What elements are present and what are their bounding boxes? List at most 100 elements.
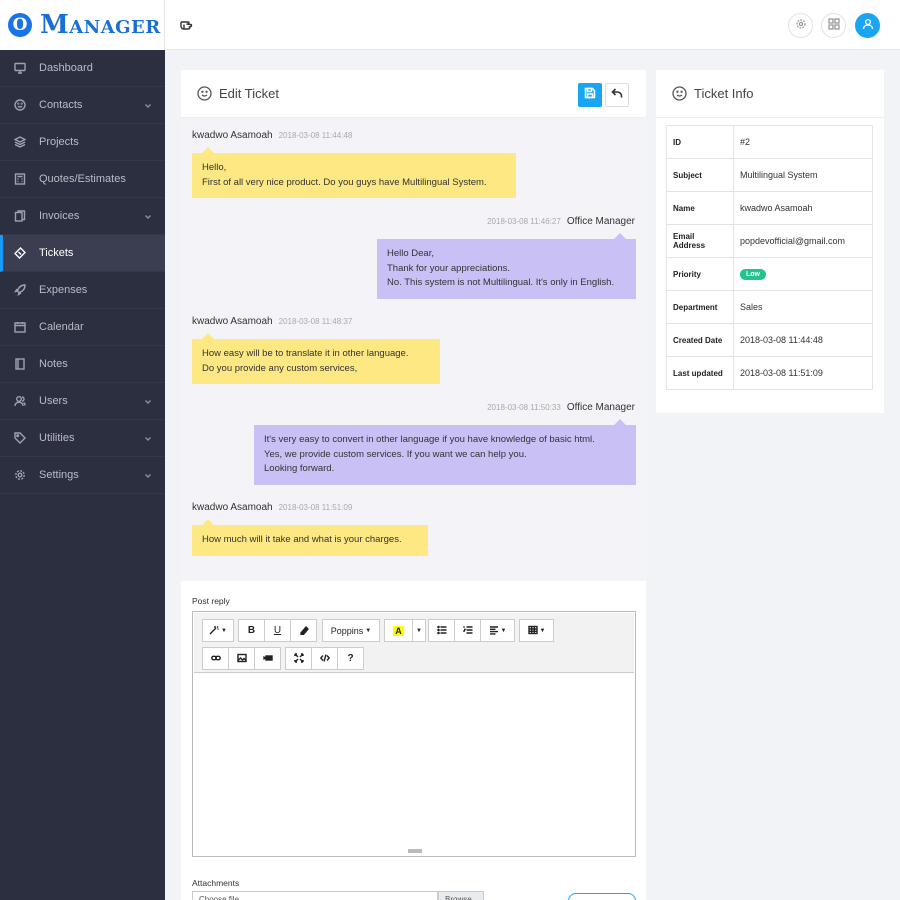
message-bubble: Hello Dear, Thank for your appreciations… bbox=[377, 233, 636, 299]
resize-handle[interactable] bbox=[408, 849, 422, 853]
message-author: Office Manager bbox=[566, 402, 635, 413]
bullet-list-icon bbox=[436, 625, 447, 637]
file-input[interactable]: Choose file bbox=[192, 891, 438, 900]
post-reply-label: Post reply bbox=[192, 596, 230, 606]
toolbar-group-view: ? bbox=[285, 647, 364, 670]
font-family-select[interactable]: Poppins ▼ bbox=[322, 619, 380, 642]
sidebar-item-notes[interactable]: Notes bbox=[0, 346, 165, 383]
info-key: Last updated bbox=[666, 356, 734, 390]
code-icon bbox=[319, 653, 330, 665]
sidebar-item-label: Invoices bbox=[39, 210, 80, 222]
sidebar-item-tickets[interactable]: Tickets bbox=[0, 235, 165, 272]
layers-icon bbox=[14, 136, 26, 148]
caret-down-icon: ▼ bbox=[221, 627, 227, 634]
ordered-list-button[interactable] bbox=[454, 619, 481, 642]
sidebar-item-contacts[interactable]: Contacts bbox=[0, 87, 165, 124]
apps-button[interactable] bbox=[821, 13, 846, 38]
sidebar-item-dashboard[interactable]: Dashboard bbox=[0, 50, 165, 87]
edit-ticket-card: Edit Ticket kwadwo Asamoah 2018-03-08 11:… bbox=[181, 70, 646, 900]
message-line: Thank for your appreciations. bbox=[387, 262, 511, 274]
smile-icon bbox=[14, 99, 26, 111]
code-view-button[interactable] bbox=[311, 647, 338, 670]
chevron-down-icon bbox=[144, 434, 152, 442]
caret-down-icon: ▼ bbox=[416, 627, 422, 634]
brand-name: Manager bbox=[40, 10, 161, 40]
info-key: Subject bbox=[666, 158, 734, 192]
sidebar-item-label: Projects bbox=[39, 136, 79, 148]
back-button[interactable] bbox=[605, 83, 629, 107]
brand-logo[interactable]: O Manager bbox=[0, 0, 165, 50]
insert-image-button[interactable] bbox=[228, 647, 255, 670]
underline-button[interactable]: U bbox=[264, 619, 291, 642]
fullscreen-button[interactable] bbox=[285, 647, 312, 670]
message-meta: 2018-03-08 11:46:27 Office Manager bbox=[481, 216, 635, 227]
clear-format-button[interactable] bbox=[290, 619, 317, 642]
image-icon bbox=[236, 653, 247, 665]
insert-video-button[interactable] bbox=[254, 647, 281, 670]
table-button[interactable]: ▼ bbox=[519, 619, 554, 642]
edit-ticket-header: Edit Ticket bbox=[181, 70, 646, 118]
message-author: Office Manager bbox=[566, 216, 635, 227]
message-line: Hello Dear, bbox=[387, 248, 434, 259]
message-meta: kwadwo Asamoah 2018-03-08 11:48:37 bbox=[192, 316, 358, 327]
profile-button[interactable] bbox=[855, 13, 880, 38]
message-bubble: Hello, First of all very nice product. D… bbox=[192, 147, 516, 198]
sidebar-item-label: Notes bbox=[39, 358, 68, 370]
sidebar-item-settings[interactable]: Settings bbox=[0, 457, 165, 494]
message-line: It's very easy to convert in other langu… bbox=[264, 434, 595, 445]
info-value: Multilingual System bbox=[733, 158, 873, 192]
submit-button[interactable] bbox=[568, 893, 636, 900]
sidebar-item-calendar[interactable]: Calendar bbox=[0, 309, 165, 346]
color-dropdown-button[interactable]: ▼ bbox=[412, 619, 426, 642]
paragraph-align-button[interactable]: ▼ bbox=[480, 619, 515, 642]
message-author: kwadwo Asamoah bbox=[192, 316, 273, 327]
sidebar-item-projects[interactable]: Projects bbox=[0, 124, 165, 161]
reply-textarea[interactable] bbox=[194, 674, 634, 847]
highlight-a-icon: A bbox=[393, 625, 404, 636]
unordered-list-button[interactable] bbox=[428, 619, 455, 642]
align-left-icon bbox=[489, 625, 499, 637]
sidebar-item-invoices[interactable]: Invoices bbox=[0, 198, 165, 235]
message-time: 2018-03-08 11:48:37 bbox=[278, 317, 353, 326]
save-button[interactable] bbox=[578, 83, 602, 107]
insert-link-button[interactable] bbox=[202, 647, 229, 670]
message-line: Yes, we provide custom services. If you … bbox=[264, 448, 527, 460]
ticket-icon bbox=[14, 247, 26, 259]
table-icon bbox=[527, 625, 538, 637]
chevron-down-icon bbox=[144, 471, 152, 479]
video-icon bbox=[262, 653, 273, 665]
sidebar-item-utilities[interactable]: Utilities bbox=[0, 420, 165, 457]
toolbar-group-style: ▼ bbox=[202, 619, 234, 642]
table-row: Priority Low bbox=[666, 257, 873, 291]
sidebar: O Manager Dashboard Contacts Projects Qu… bbox=[0, 0, 165, 900]
table-row: Created Date 2018-03-08 11:44:48 bbox=[666, 323, 873, 357]
link-icon bbox=[210, 653, 221, 665]
sidebar-item-quotes-estimates[interactable]: Quotes/Estimates bbox=[0, 161, 165, 198]
bold-button[interactable]: B bbox=[238, 619, 265, 642]
message-meta: kwadwo Asamoah 2018-03-08 11:44:48 bbox=[192, 130, 358, 141]
text-color-button[interactable]: A bbox=[384, 619, 413, 642]
chevron-down-icon bbox=[144, 397, 152, 405]
notebook-icon bbox=[14, 358, 26, 370]
calendar-icon bbox=[14, 321, 26, 333]
message-meta: kwadwo Asamoah 2018-03-08 11:51:09 bbox=[192, 502, 358, 513]
info-value: 2018-03-08 11:51:09 bbox=[733, 356, 873, 390]
chevron-down-icon bbox=[144, 212, 152, 220]
table-row: ID #2 bbox=[666, 125, 873, 159]
sidebar-item-users[interactable]: Users bbox=[0, 383, 165, 420]
sidebar-item-label: Calendar bbox=[39, 321, 84, 333]
caret-down-icon: ▼ bbox=[500, 627, 507, 634]
message-time: 2018-03-08 11:51:09 bbox=[278, 503, 353, 512]
browse-button[interactable]: Browse bbox=[438, 891, 484, 900]
sidebar-item-expenses[interactable]: Expenses bbox=[0, 272, 165, 309]
sidebar-item-label: Users bbox=[39, 395, 68, 407]
style-button[interactable]: ▼ bbox=[202, 619, 234, 642]
hand-pointer-icon[interactable] bbox=[179, 16, 195, 32]
monitor-icon bbox=[14, 62, 26, 74]
info-key: Priority bbox=[666, 257, 734, 291]
info-value: kwadwo Asamoah bbox=[733, 191, 873, 225]
sidebar-item-label: Tickets bbox=[39, 247, 74, 259]
message-line: Hello, bbox=[202, 162, 227, 173]
help-button[interactable]: ? bbox=[337, 647, 364, 670]
settings-button[interactable] bbox=[788, 13, 813, 38]
